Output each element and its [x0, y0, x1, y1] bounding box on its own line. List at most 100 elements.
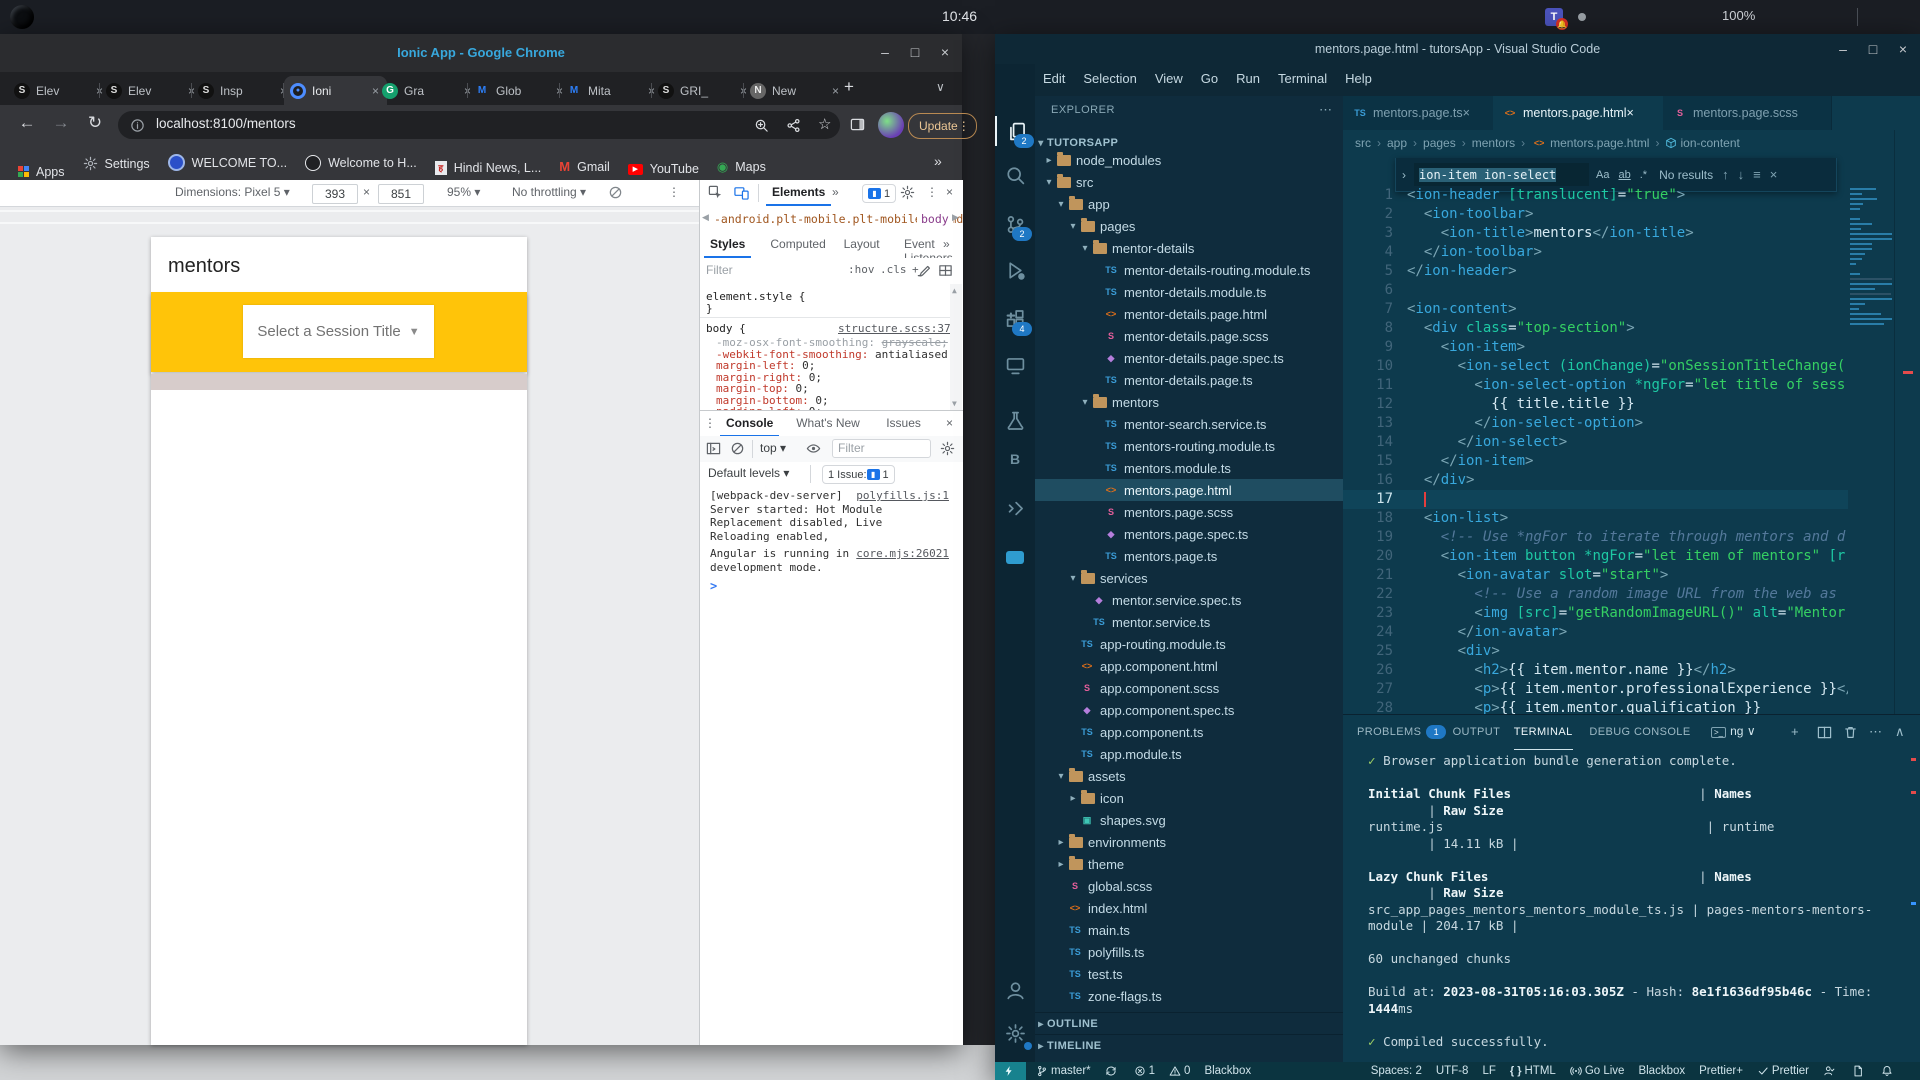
activity-docker[interactable]	[995, 542, 1035, 572]
activity-account[interactable]	[995, 975, 1035, 1005]
tab-elements[interactable]: Elements	[766, 180, 831, 206]
find-toggle-.*[interactable]: .*	[1638, 168, 1649, 182]
file-zone-flags-ts[interactable]: TSzone-flags.ts	[1035, 985, 1363, 1007]
find-input[interactable]: ion-item ion-select	[1414, 163, 1589, 186]
split-icon[interactable]	[1817, 725, 1832, 740]
file-polyfills-ts[interactable]: TSpolyfills.ts	[1035, 941, 1363, 963]
battery-percent[interactable]: 100%	[1722, 8, 1755, 23]
eye-icon[interactable]	[806, 441, 821, 456]
maximize-button[interactable]: □	[1864, 41, 1882, 57]
styles-more-icon[interactable]: »	[943, 237, 950, 251]
editor-tab-mentors-page-ts[interactable]: TSmentors.page.ts ×	[1343, 96, 1512, 130]
panel-tab-problems[interactable]: PROBLEMS1	[1357, 715, 1446, 749]
crumb-body[interactable]: body	[917, 212, 953, 226]
status-errors[interactable]: 1	[1134, 1065, 1155, 1077]
activity-chevrons[interactable]	[995, 493, 1035, 523]
breadcrumb-item[interactable]: mentors.page.html	[1550, 136, 1649, 150]
bookmark-star-icon[interactable]: ☆	[818, 115, 831, 133]
gear-icon[interactable]	[900, 185, 915, 200]
chevron-up-icon[interactable]: ∧	[1895, 724, 1905, 740]
folder-pages[interactable]: ▾pages	[1035, 215, 1375, 237]
editor-tab-mentors-page-html[interactable]: <>mentors.page.html ×	[1493, 96, 1682, 130]
folder-mentors[interactable]: ▾mentors	[1035, 391, 1387, 413]
console-tab-what-s-new[interactable]: What's New	[790, 411, 866, 435]
teams[interactable]: T🔔	[1545, 7, 1563, 26]
bookmark-welcome-to-h-[interactable]: Welcome to H...	[305, 146, 417, 181]
panel-tab-debug-console[interactable]: DEBUG CONSOLE	[1589, 715, 1690, 749]
browser-tab-glob[interactable]: MGlob×	[468, 76, 571, 105]
section-timeline[interactable]: ▸TIMELINE	[1035, 1034, 1343, 1057]
menu-run[interactable]: Run	[1227, 64, 1269, 93]
folder-node-modules[interactable]: ▸node_modules	[1035, 149, 1351, 171]
console-context-select[interactable]: top ▾	[760, 441, 786, 455]
menu-selection[interactable]: Selection	[1074, 64, 1145, 93]
tab-search-chevron-icon[interactable]: ∨	[936, 80, 945, 94]
zoom-plus-icon[interactable]	[754, 118, 769, 133]
inspect-icon[interactable]	[708, 185, 723, 200]
media-query-bar[interactable]	[0, 222, 699, 224]
chevron-down-icon[interactable]: ∨	[1743, 724, 1755, 738]
activity-search[interactable]	[995, 160, 1035, 190]
find-in-selection-icon[interactable]: ≡	[1753, 167, 1761, 182]
minimize-button[interactable]: –	[876, 44, 894, 60]
close-icon[interactable]: ×	[1770, 167, 1778, 182]
status-indentation[interactable]: Spaces: 2	[1371, 1065, 1422, 1077]
bookmark-gmail[interactable]: MGmail	[559, 149, 610, 184]
plus-icon[interactable]: +	[1791, 724, 1799, 739]
folder-mentor-details[interactable]: ▾mentor-details	[1035, 237, 1387, 259]
device-throttling-select[interactable]: No throttling ▾	[512, 185, 586, 199]
code-area[interactable]: 1<ion-header [translucent]="true">2 <ion…	[1343, 186, 1848, 714]
separator[interactable]	[1857, 8, 1858, 29]
menu-help[interactable]: Help	[1336, 64, 1381, 93]
browser-tab-insp[interactable]: SInsp×	[192, 76, 295, 105]
folder-services[interactable]: ▾services	[1035, 567, 1375, 589]
close-button[interactable]: ×	[936, 44, 954, 60]
browser-tab-elev[interactable]: SElev×	[8, 76, 111, 105]
device-dimensions-select[interactable]: Dimensions: Pixel 5 ▾	[175, 185, 290, 199]
console-tab-issues[interactable]: Issues	[880, 411, 927, 435]
browser-tab-mita[interactable]: MMita×	[560, 76, 663, 105]
folder-environments[interactable]: ▸environments	[1035, 831, 1363, 853]
breadcrumb-item[interactable]: mentors	[1472, 136, 1515, 150]
devices-icon[interactable]	[734, 185, 749, 200]
editor-tab-mentors-page-scss[interactable]: Smentors.page.scss	[1663, 96, 1832, 130]
file-main-ts[interactable]: TSmain.ts	[1035, 919, 1363, 941]
menu-terminal[interactable]: Terminal	[1269, 64, 1336, 93]
remote-indicator[interactable]	[995, 1062, 1026, 1080]
browser-tab-ioni[interactable]: ●Ioni×	[284, 76, 387, 105]
grid-panel-icon[interactable]	[938, 263, 953, 278]
trash-icon[interactable]	[1843, 725, 1858, 740]
file-app-routing-module-ts[interactable]: TSapp-routing.module.ts	[1035, 633, 1375, 655]
breadcrumb-item[interactable]: ion-content	[1680, 136, 1739, 150]
file-mentor-service-spec-ts[interactable]: ◆mentor.service.spec.ts	[1035, 589, 1387, 611]
reload-button[interactable]: ↻	[82, 113, 108, 133]
avatar[interactable]	[878, 112, 904, 138]
activity-git[interactable]: 2	[995, 209, 1035, 239]
file-index-html[interactable]: <>index.html	[1035, 897, 1363, 919]
browser-tab-gra[interactable]: GGra×	[376, 76, 479, 105]
back-button[interactable]: ←	[14, 113, 40, 133]
file-shapes-svg[interactable]: ▣shapes.svg	[1035, 809, 1375, 831]
arrow-up-icon[interactable]: ↑	[1722, 167, 1729, 182]
tab-styles[interactable]: Styles	[704, 232, 751, 258]
find-expand-chevron-icon[interactable]: ›	[1402, 168, 1406, 182]
media-query-bar[interactable]	[0, 210, 699, 212]
update-button[interactable]: Update ⋮	[908, 113, 977, 139]
status-notifications[interactable]	[1881, 1065, 1896, 1077]
status-encoding[interactable]: UTF-8	[1436, 1065, 1469, 1077]
file-mentor-service-ts[interactable]: TSmentor.service.ts	[1035, 611, 1387, 633]
toggle-cls[interactable]: .cls	[880, 263, 907, 276]
tab-layout[interactable]: Layout	[838, 232, 886, 256]
device-width-input[interactable]: 393	[312, 184, 358, 204]
activity-extensions[interactable]: 4	[995, 304, 1035, 334]
devtools-close-icon[interactable]: ×	[946, 185, 953, 199]
find-toggle-ab[interactable]: ab	[1616, 168, 1632, 182]
gear-icon[interactable]	[940, 441, 955, 456]
share-icon[interactable]	[786, 118, 801, 133]
minimize-button[interactable]: –	[1834, 41, 1852, 57]
browser-tab-gri_[interactable]: SGRI_×	[652, 76, 755, 105]
minimap[interactable]	[1848, 158, 1894, 518]
folder-src[interactable]: ▾src	[1035, 171, 1351, 193]
crumb-left-icon[interactable]: ◀	[702, 212, 709, 223]
breadcrumb-item[interactable]: src	[1355, 136, 1371, 150]
